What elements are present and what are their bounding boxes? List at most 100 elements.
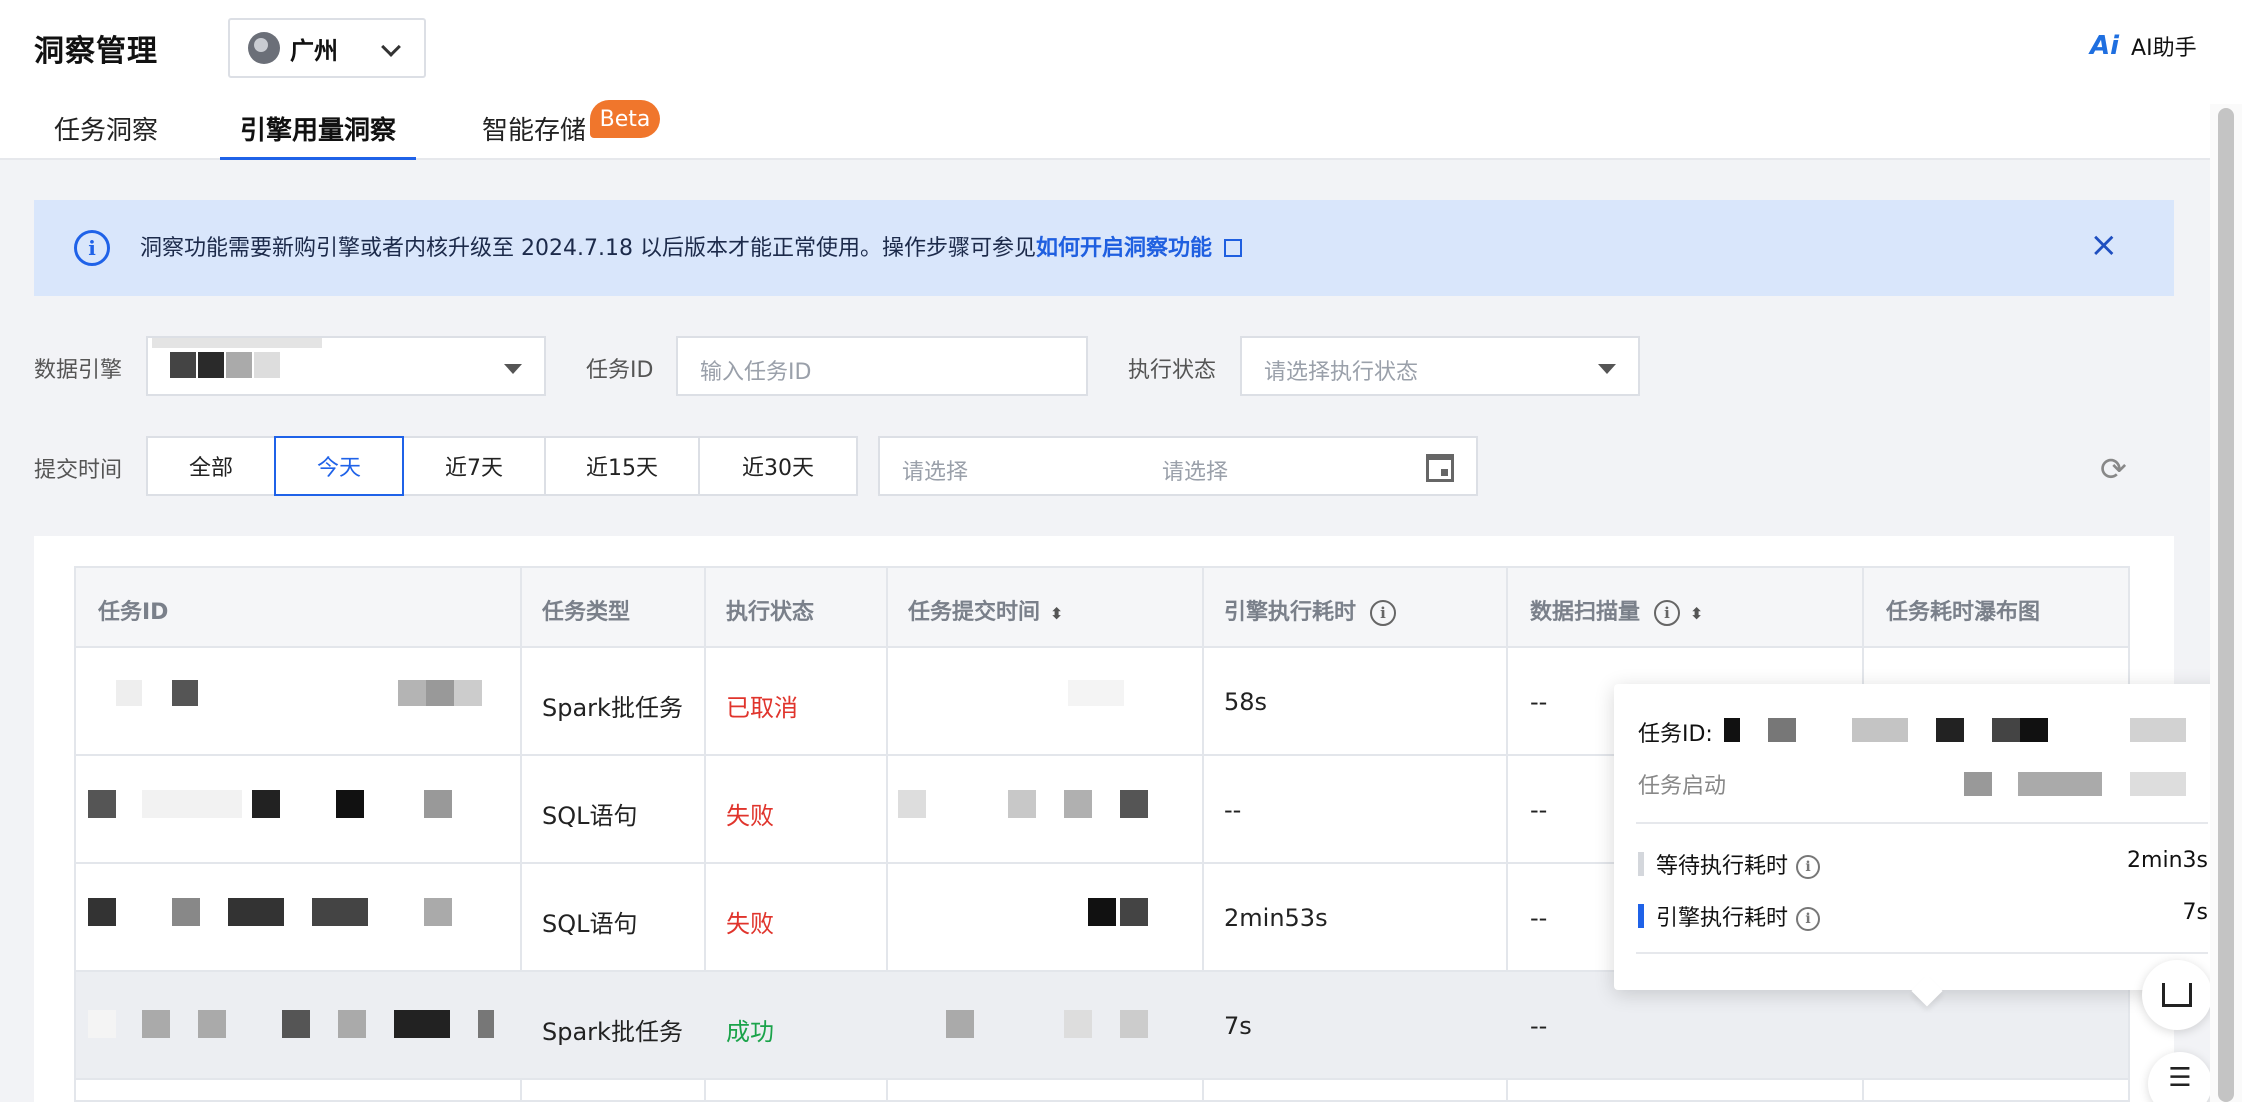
status-select[interactable]: 请选择执行状态 [1240, 336, 1640, 396]
scrollbar-thumb[interactable] [2218, 108, 2234, 1102]
table-header: 任务ID 任务类型 执行状态 任务提交时间 ⬍ 引擎执行耗时 i 数据扫描量 i ⬍ 任… [76, 568, 2128, 648]
info-icon[interactable]: i [1654, 600, 1681, 626]
col-submit-time[interactable]: 任务提交时间 ⬍ [908, 594, 1063, 626]
redacted-block [478, 1010, 494, 1038]
task-id-input[interactable]: 输入任务ID [676, 336, 1088, 396]
sort-icon[interactable]: ⬍ [1690, 604, 1703, 623]
engine-label: 引擎执行耗时 [1656, 906, 1789, 931]
task-id-placeholder: 输入任务ID [700, 360, 812, 385]
redacted-block [454, 680, 482, 706]
col-waterfall: 任务耗时瀑布图 [1886, 600, 2041, 625]
redacted-block [1964, 772, 1992, 796]
redacted-block [1064, 1010, 1092, 1038]
redacted-block [424, 898, 452, 926]
status-cancelled: 已取消 [726, 694, 798, 722]
redacted-block [946, 1010, 974, 1038]
status-placeholder: 请选择执行状态 [1264, 360, 1419, 385]
tab-smart-storage[interactable]: 智能存储 [482, 110, 586, 160]
submit-time-label: 提交时间 [34, 458, 123, 483]
external-link-icon[interactable] [1223, 239, 1242, 257]
sort-icon[interactable]: ⬍ [1050, 604, 1063, 623]
tab-task-insight[interactable]: 任务洞察 [54, 110, 158, 160]
feedback-button[interactable] [2142, 960, 2212, 1030]
redacted-block [1008, 790, 1036, 818]
col-engine-time-label: 引擎执行耗时 [1224, 600, 1357, 625]
scan-amount: -- [1530, 796, 1548, 824]
info-icon[interactable]: i [1796, 855, 1821, 879]
wait-value: 2min3s [2127, 848, 2208, 873]
date-end-placeholder: 请选择 [1162, 460, 1229, 485]
redacted-block [252, 790, 280, 818]
engine-select[interactable] [146, 336, 546, 396]
tab-engine-usage-insight[interactable]: 引擎用量洞察 [219, 110, 417, 162]
redacted-block [1120, 1010, 1148, 1038]
task-type: SQL语句 [542, 802, 638, 830]
redacted-block [1064, 790, 1092, 818]
redacted-block [2130, 772, 2186, 796]
redacted-block [424, 790, 452, 818]
redacted-block [312, 898, 368, 926]
redacted-block [228, 898, 284, 926]
time-option-7d[interactable]: 近7天 [402, 436, 546, 496]
redacted-block [172, 898, 200, 926]
scan-amount: -- [1530, 688, 1548, 716]
globe-icon [248, 32, 280, 64]
info-icon[interactable]: i [1796, 907, 1821, 931]
col-scan-label: 数据扫描量 [1530, 600, 1641, 625]
redacted-block [1120, 898, 1148, 926]
time-option-all[interactable]: 全部 [146, 436, 276, 496]
status-success: 成功 [726, 1018, 774, 1046]
redacted-block [2020, 718, 2048, 742]
scan-amount: -- [1530, 904, 1548, 932]
engine-legend-swatch [1638, 904, 1644, 928]
tooltip-wait-row: 等待执行耗时 i [1656, 848, 1821, 880]
redacted-block [1936, 718, 1964, 742]
redacted-block [1992, 718, 2020, 742]
waterfall-tooltip: 任务ID: 任务启动 等待执行耗时 i 2min3s 引擎执行耗时 i 7s [1614, 684, 2234, 1007]
wait-legend-swatch [1638, 852, 1644, 876]
date-start-placeholder: 请选择 [902, 460, 969, 485]
close-icon[interactable]: × [2090, 228, 2119, 262]
info-icon: i [74, 230, 110, 266]
col-task-type: 任务类型 [542, 600, 631, 625]
time-option-30d[interactable]: 近30天 [698, 436, 858, 496]
notice-text: 洞察功能需要新购引擎或者内核升级至 2024.7.18 以后版本才能正常使用。操… [140, 230, 1242, 262]
ai-icon: Ai [2090, 31, 2120, 61]
redacted-block [172, 680, 198, 706]
feedback-icon [2162, 983, 2192, 1007]
redacted-block [2130, 718, 2186, 742]
wait-label: 等待执行耗时 [1656, 854, 1789, 879]
status-label: 执行状态 [1128, 358, 1217, 383]
time-option-15d[interactable]: 近15天 [544, 436, 700, 496]
redacted-block [88, 790, 116, 818]
caret-down-icon [504, 364, 522, 374]
redacted-block [282, 1010, 310, 1038]
redacted-block [142, 790, 242, 818]
caret-down-icon [1598, 364, 1616, 374]
task-type: SQL语句 [542, 910, 638, 938]
ai-assistant-label: AI助手 [2131, 36, 2197, 61]
redacted-block [254, 352, 280, 378]
redacted-block [898, 790, 926, 818]
redacted-block [1088, 898, 1116, 926]
info-icon[interactable]: i [1370, 600, 1397, 626]
refresh-icon[interactable]: ⟳ [2100, 450, 2127, 488]
tooltip-task-start-label: 任务启动 [1638, 774, 1727, 799]
redacted-block [142, 1010, 170, 1038]
engine-time: 7s [1224, 1012, 1252, 1040]
date-range-picker[interactable]: 请选择 请选择 [878, 436, 1478, 496]
redacted-block [338, 1010, 366, 1038]
tooltip-engine-row: 引擎执行耗时 i [1656, 900, 1821, 932]
redacted-block [170, 352, 196, 378]
col-status: 执行状态 [726, 600, 815, 625]
time-option-today[interactable]: 今天 [274, 436, 404, 496]
redacted-block [152, 338, 322, 348]
ai-assistant-button[interactable]: Ai AI助手 [2090, 30, 2197, 62]
chevron-down-icon [381, 37, 401, 57]
redacted-block [398, 680, 426, 706]
region-selector[interactable]: 广州 [228, 18, 426, 78]
redacted-block [88, 1010, 116, 1038]
how-to-enable-link[interactable]: 如何开启洞察功能 [1036, 236, 1212, 261]
top-header: 洞察管理 广州 Ai AI助手 任务洞察 引擎用量洞察 智能存储 Beta [0, 0, 2242, 162]
redacted-block [198, 1010, 226, 1038]
